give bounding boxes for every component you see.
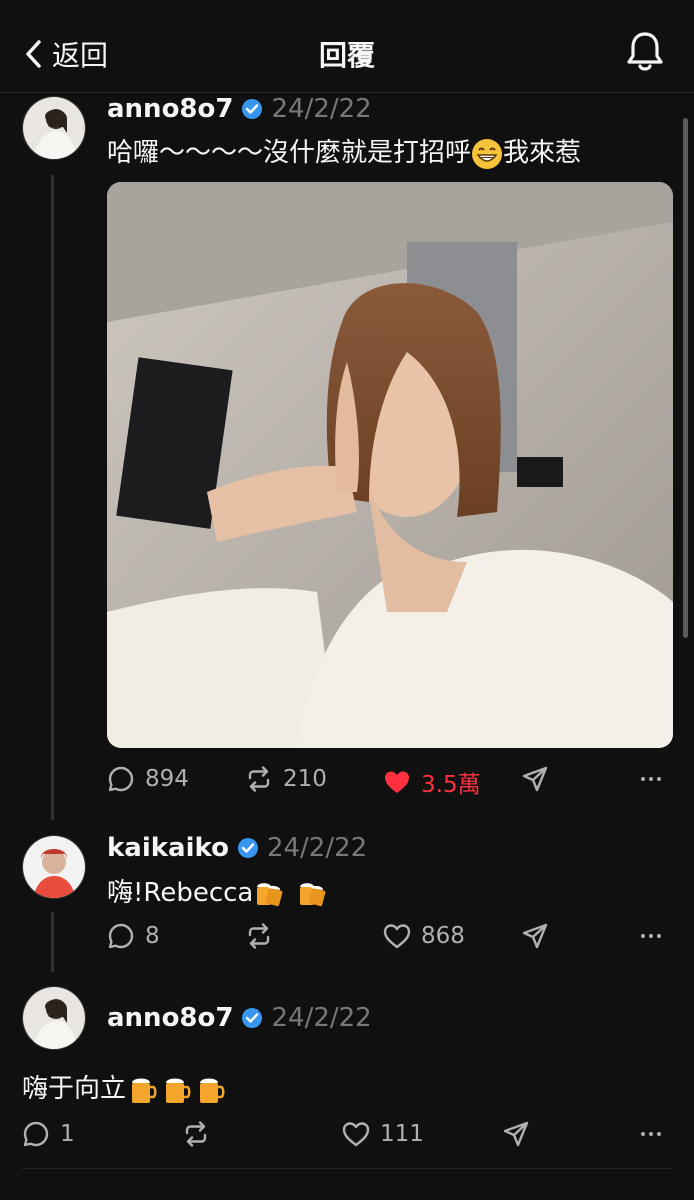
repost-button[interactable]: 210 (245, 765, 327, 793)
more-icon (641, 1132, 661, 1136)
repost-button[interactable] (245, 922, 273, 950)
post-date: 24/2/22 (271, 94, 372, 124)
post-text-end: 我來惹 (503, 138, 582, 168)
repost-button[interactable] (182, 1120, 210, 1148)
more-button[interactable] (640, 765, 662, 800)
divider (22, 1168, 672, 1169)
beer-icon (257, 882, 283, 906)
page-title: 回覆 (318, 39, 375, 72)
heart-icon (342, 1122, 370, 1147)
avatar[interactable] (22, 986, 86, 1050)
post-date: 24/2/22 (266, 833, 368, 863)
repost-count: 210 (283, 766, 327, 792)
bell-icon (627, 32, 663, 71)
notifications-button[interactable] (626, 30, 664, 76)
post-header: kaikaiko 24/2/22 (107, 833, 367, 863)
avatar[interactable] (22, 96, 86, 160)
reply-count: 894 (145, 766, 189, 792)
more-icon (641, 934, 661, 938)
reply-icon (108, 766, 134, 792)
beer-icon (200, 1078, 225, 1103)
verified-icon (237, 838, 258, 858)
post-actions: 8 868 (0, 922, 694, 962)
beer-icon (166, 1078, 191, 1103)
post-header: anno8o7 24/2/22 (107, 1003, 372, 1033)
post-header: anno8o7 24/2/22 (107, 94, 372, 124)
like-button[interactable]: 111 (342, 1120, 424, 1148)
reply-icon (23, 1121, 49, 1147)
repost-icon (248, 766, 270, 792)
reply-count: 1 (60, 1121, 75, 1147)
avatar[interactable] (22, 835, 86, 899)
like-count: 111 (380, 1121, 424, 1147)
post-text: 嗨于向立 (22, 1068, 228, 1107)
post-image[interactable] (107, 182, 673, 748)
heart-icon (383, 924, 411, 949)
share-button[interactable] (521, 765, 549, 793)
scrollbar[interactable] (683, 118, 688, 638)
post-actions: 1 111 (0, 1120, 694, 1160)
top-bar: 返回 回覆 (0, 0, 694, 93)
username[interactable]: kaikaiko (107, 833, 229, 863)
reply-count: 8 (145, 923, 160, 949)
like-button[interactable]: 3.5萬 (383, 765, 481, 799)
post-text-main: 嗨于向立 (22, 1074, 127, 1104)
username[interactable]: anno8o7 (107, 94, 233, 124)
reply-button[interactable]: 894 (107, 765, 189, 793)
beer-icon (132, 1078, 157, 1103)
thread-line (51, 175, 54, 820)
like-count: 3.5萬 (421, 772, 481, 798)
post-text: 嗨!Rebecca (107, 872, 330, 909)
share-icon (522, 923, 548, 949)
post-text-main: 嗨!Rebecca (107, 878, 254, 908)
post-date: 24/2/22 (271, 1003, 372, 1033)
reply-icon (108, 923, 134, 949)
like-button[interactable]: 868 (383, 922, 465, 950)
username[interactable]: anno8o7 (107, 1003, 233, 1033)
more-button[interactable] (640, 1120, 662, 1155)
verified-icon (242, 1008, 263, 1028)
more-button[interactable] (640, 922, 662, 957)
post-text-main: 哈囉～～～～沒什麼就是打招呼 (107, 138, 472, 168)
like-count: 868 (421, 923, 465, 949)
post-actions: 894 210 3.5萬 (0, 765, 694, 805)
post-text: 哈囉～～～～沒什麼就是打招呼 我來惹 (107, 132, 581, 170)
share-icon (503, 1121, 529, 1147)
repost-icon (185, 1121, 207, 1147)
verified-icon (242, 99, 263, 119)
share-button[interactable] (502, 1120, 530, 1148)
heart-icon (385, 771, 409, 793)
share-button[interactable] (521, 922, 549, 950)
beer-icon (299, 882, 325, 906)
grin-emoji (472, 138, 503, 169)
reply-button[interactable]: 1 (22, 1120, 75, 1148)
repost-icon (248, 923, 270, 949)
reply-button[interactable]: 8 (107, 922, 160, 950)
more-icon (641, 777, 661, 781)
share-icon (522, 766, 548, 792)
